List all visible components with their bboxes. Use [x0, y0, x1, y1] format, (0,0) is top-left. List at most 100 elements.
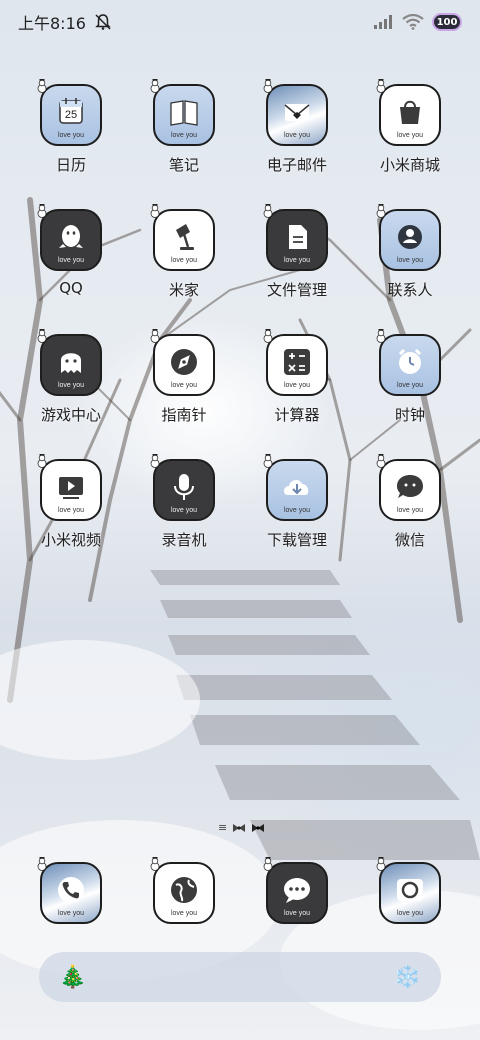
bow-icon: [233, 823, 246, 832]
tile-caption: love you: [170, 382, 198, 389]
snowman-icon: [150, 204, 160, 218]
app-icon-penguin[interactable]: love you QQ: [16, 204, 126, 297]
app-label: QQ: [59, 279, 83, 297]
app-tile[interactable]: love you: [379, 862, 441, 924]
snowman-icon: [376, 204, 386, 218]
tile-caption: love you: [283, 132, 311, 139]
calculator-icon: [284, 349, 310, 375]
cloud-download-icon: [283, 480, 309, 495]
tile-caption: love you: [170, 257, 198, 264]
app-tile[interactable]: love you: [153, 459, 215, 521]
alarm-clock-icon: [398, 348, 422, 374]
dock-app-globe[interactable]: love you: [129, 857, 239, 924]
app-tile[interactable]: love you: [266, 862, 328, 924]
app-tile-wrapper: love you: [263, 204, 328, 271]
app-tile-wrapper: love you: [37, 329, 102, 396]
app-tile[interactable]: love you: [153, 862, 215, 924]
snowman-icon: [37, 204, 47, 218]
video-play-icon: [59, 477, 83, 499]
dock-app-phone[interactable]: love you: [16, 857, 126, 924]
snowman-icon: [263, 79, 273, 93]
app-icon-lamp[interactable]: love you 米家: [129, 204, 239, 300]
tile-caption: love you: [170, 507, 198, 514]
lamp-icon: [176, 224, 194, 250]
app-icon-calculator[interactable]: love you 计算器: [242, 329, 352, 425]
snowman-icon: [150, 857, 160, 871]
snowman-icon: [376, 857, 386, 871]
app-icon-compass[interactable]: love you 指南针: [129, 329, 239, 425]
app-label: 文件管理: [266, 281, 327, 299]
signal-icon: [374, 15, 392, 29]
snowman-icon: [263, 857, 273, 871]
dock: love you love you love you love you: [0, 857, 480, 928]
message-icon: [284, 878, 310, 903]
snowman-icon: [376, 454, 386, 468]
calendar-date-text: 25: [65, 109, 77, 121]
calendar-icon: 25: [59, 98, 83, 124]
app-tile[interactable]: love you: [153, 84, 215, 146]
app-tile-wrapper: love you: [37, 857, 102, 924]
tile-caption: love you: [57, 132, 85, 139]
tile-caption: love you: [57, 257, 85, 264]
status-left: 上午8:16: [18, 10, 112, 34]
app-icon-chat-bubble[interactable]: love you 微信: [355, 454, 465, 550]
app-tile[interactable]: love you: [266, 459, 328, 521]
app-tile[interactable]: love you: [379, 209, 441, 271]
bell-muted-icon: [95, 14, 111, 30]
app-tile[interactable]: love you: [266, 334, 328, 396]
tile-caption: love you: [57, 507, 85, 514]
app-tile[interactable]: love you: [153, 334, 215, 396]
app-tile[interactable]: love you: [266, 209, 328, 271]
app-tile-wrapper: love you: [150, 204, 215, 271]
tile-caption: love you: [396, 132, 424, 139]
envelope-icon: [284, 104, 310, 121]
snowman-icon: [150, 79, 160, 93]
app-icon-alarm-clock[interactable]: love you 时钟: [355, 329, 465, 425]
person-icon: [398, 225, 422, 249]
tile-caption: love you: [396, 257, 424, 264]
app-icon-calendar[interactable]: 25 love you 日历: [16, 79, 126, 175]
app-label: 电子邮件: [266, 156, 327, 174]
app-label: 计算器: [274, 406, 320, 424]
app-label: 微信: [394, 531, 425, 549]
app-tile[interactable]: love you: [40, 459, 102, 521]
microphone-icon: [174, 474, 194, 500]
shopping-bag-icon: [400, 100, 420, 124]
snowman-icon: [376, 79, 386, 93]
app-tile[interactable]: love you: [379, 84, 441, 146]
app-icon-document[interactable]: love you 文件管理: [242, 204, 352, 300]
tile-caption: love you: [170, 910, 198, 917]
snowman-icon: [150, 454, 160, 468]
app-tile-wrapper: love you: [376, 454, 441, 521]
battery-indicator: 100: [432, 13, 462, 31]
dock-app-message[interactable]: love you: [242, 857, 352, 924]
dock-app-camera[interactable]: love you: [355, 857, 465, 924]
wifi-icon: [402, 14, 424, 30]
app-tile-wrapper: 25 love you: [37, 79, 102, 146]
app-icon-notebook[interactable]: love you 笔记: [129, 79, 239, 175]
document-icon: [289, 225, 307, 249]
app-tile[interactable]: love you: [40, 209, 102, 271]
chat-bubble-icon: [397, 475, 423, 498]
app-tile[interactable]: 25 love you: [40, 84, 102, 146]
tile-caption: love you: [283, 382, 311, 389]
search-bar[interactable]: 🎄 ❄️: [39, 952, 441, 1002]
app-tile[interactable]: love you: [40, 862, 102, 924]
app-tile-wrapper: love you: [263, 454, 328, 521]
app-icon-microphone[interactable]: love you 录音机: [129, 454, 239, 550]
app-tile-wrapper: love you: [150, 329, 215, 396]
app-tile[interactable]: love you: [40, 334, 102, 396]
snowman-icon: [263, 204, 273, 218]
status-time: 上午8:16: [18, 14, 86, 33]
app-icon-shopping-bag[interactable]: love you 小米商城: [355, 79, 465, 175]
app-tile-wrapper: love you: [376, 79, 441, 146]
app-tile[interactable]: love you: [379, 459, 441, 521]
app-tile[interactable]: love you: [379, 334, 441, 396]
app-icon-cloud-download[interactable]: love you 下载管理: [242, 454, 352, 550]
app-icon-video-play[interactable]: love you 小米视频: [16, 454, 126, 550]
app-tile[interactable]: love you: [153, 209, 215, 271]
app-icon-envelope[interactable]: love you 电子邮件: [242, 79, 352, 175]
app-tile[interactable]: love you: [266, 84, 328, 146]
app-icon-person[interactable]: love you 联系人: [355, 204, 465, 300]
app-icon-ghost[interactable]: love you 游戏中心: [16, 329, 126, 425]
